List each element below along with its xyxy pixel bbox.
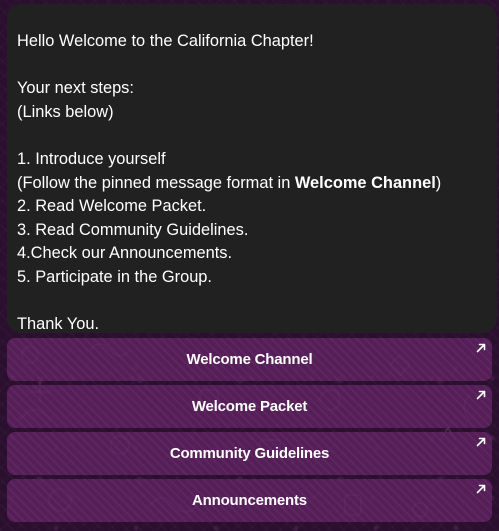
- message-spacer: [17, 124, 487, 148]
- message-spacer: [17, 290, 487, 314]
- external-link-arrow-icon: [476, 343, 486, 353]
- welcome-packet-button[interactable]: Welcome Packet: [7, 385, 492, 428]
- welcome-channel-button-label: Welcome Channel: [186, 351, 313, 368]
- welcome-packet-button-label: Welcome Packet: [191, 398, 308, 415]
- welcome-channel-button[interactable]: Welcome Channel: [7, 338, 492, 381]
- message-line-step-2: 2. Read Welcome Packet.: [17, 197, 207, 216]
- bot-message-bubble: Hello Welcome to the California Chapter!…: [7, 4, 497, 333]
- pinned-format-text: (Follow the pinned message format in: [17, 173, 295, 192]
- message-line-step-1: 1. Introduce yourself: [17, 149, 166, 168]
- announcements-button-label: Announcements: [192, 492, 307, 509]
- announcements-button[interactable]: Announcements: [7, 479, 492, 522]
- message-line-thank-you: Thank You.: [17, 315, 100, 334]
- message-line-step-4: 4.Check our Announcements.: [17, 244, 233, 263]
- community-guidelines-button[interactable]: Community Guidelines: [7, 432, 492, 475]
- community-guidelines-button-label: Community Guidelines: [169, 445, 330, 462]
- welcome-channel-mention: Welcome Channel: [294, 173, 436, 192]
- message-line-greeting: Hello Welcome to the California Chapter!: [17, 32, 314, 50]
- external-link-arrow-icon: [476, 484, 486, 494]
- inline-keyboard: Welcome Channel Welcome Packet Community…: [7, 338, 492, 526]
- message-line-links-below: (Links below): [17, 102, 114, 121]
- message-line-step-5: 5. Participate in the Group.: [17, 267, 212, 286]
- pinned-format-close-paren: ): [435, 173, 442, 192]
- message-line-pinned-format: (Follow the pinned message format in Wel…: [17, 172, 487, 196]
- message-line-step-3: 3. Read Community Guidelines.: [17, 220, 249, 239]
- external-link-arrow-icon: [476, 437, 486, 447]
- message-spacer: [17, 54, 487, 78]
- message-line-next-steps: Your next steps:: [17, 79, 134, 98]
- external-link-arrow-icon: [476, 390, 486, 400]
